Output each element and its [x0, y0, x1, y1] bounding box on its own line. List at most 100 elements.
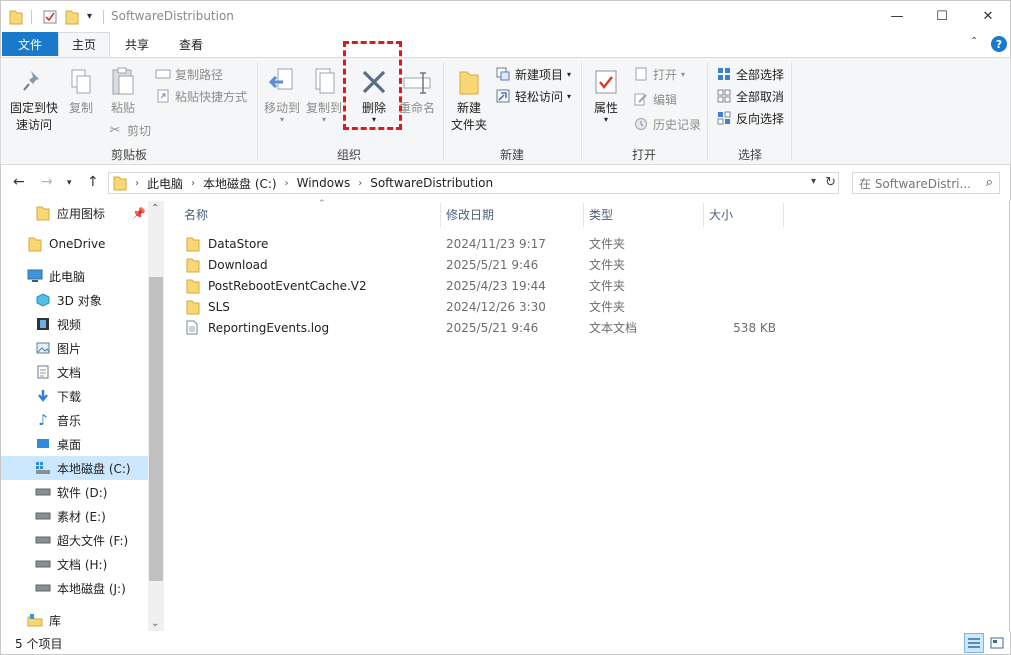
- paste-shortcut-button[interactable]: 粘贴快捷方式: [155, 86, 247, 106]
- file-type: 文本文档: [589, 321, 638, 335]
- tab-view[interactable]: 查看: [169, 32, 213, 57]
- nav-item-videos[interactable]: 视频: [1, 312, 148, 336]
- scissors-icon: ✂: [109, 122, 121, 138]
- new-folder-quick-icon[interactable]: [65, 1, 79, 32]
- properties-quick-icon[interactable]: [43, 1, 57, 32]
- nav-item-documents[interactable]: 文档: [1, 360, 148, 384]
- chevron-right-icon[interactable]: ›: [358, 178, 362, 189]
- invert-selection-button[interactable]: 反向选择: [716, 108, 784, 128]
- address-dropdown-icon[interactable]: ▾: [811, 176, 816, 187]
- back-arrow-icon[interactable]: ←: [13, 174, 25, 190]
- table-row[interactable]: ReportingEvents.log 2025/5/21 9:46 文本文档 …: [178, 317, 788, 338]
- new-folder-icon: [447, 64, 491, 100]
- easy-access-button[interactable]: 轻松访问 ▾: [495, 86, 571, 106]
- forward-arrow-icon[interactable]: →: [41, 174, 53, 190]
- computer-icon: [27, 268, 43, 284]
- rename-button[interactable]: 重命名: [397, 64, 437, 117]
- pin-quick-access-button[interactable]: 固定到快 速访问: [5, 64, 63, 134]
- scroll-up-icon[interactable]: ⌃: [151, 203, 159, 214]
- music-note-icon: ♪: [38, 411, 48, 429]
- paste-shortcut-icon: [155, 88, 171, 104]
- help-icon[interactable]: ?: [991, 36, 1007, 52]
- video-icon: [35, 316, 51, 332]
- cut-button[interactable]: ✂ 剪切: [107, 120, 151, 140]
- tab-share[interactable]: 共享: [115, 32, 159, 57]
- table-row[interactable]: PostRebootEventCache.V2 2025/4/23 19:44 …: [178, 275, 788, 296]
- chevron-right-icon[interactable]: ›: [135, 178, 139, 189]
- chevron-right-icon[interactable]: ›: [285, 178, 289, 189]
- tab-home[interactable]: 主页: [58, 32, 110, 57]
- scroll-down-icon[interactable]: ⌄: [151, 618, 159, 629]
- nav-item-desktop[interactable]: 桌面: [1, 432, 148, 456]
- column-header-size[interactable]: 大小: [703, 201, 783, 228]
- breadcrumb-this-pc[interactable]: 此电脑: [147, 175, 183, 192]
- nav-item-c-drive[interactable]: 本地磁盘 (C:): [1, 456, 148, 480]
- paste-button[interactable]: 粘贴: [105, 64, 141, 117]
- select-all-button[interactable]: 全部选择: [716, 64, 784, 84]
- nav-item-pictures[interactable]: 图片: [1, 336, 148, 360]
- tab-file[interactable]: 文件: [2, 32, 58, 56]
- nav-item-libraries[interactable]: 库: [1, 608, 148, 631]
- search-icon[interactable]: ⌕: [986, 175, 993, 190]
- column-header-name[interactable]: 名称 ⌃: [178, 199, 440, 228]
- nav-item-downloads[interactable]: 下载: [1, 384, 148, 408]
- history-button[interactable]: 历史记录: [633, 114, 701, 134]
- breadcrumb-c-drive[interactable]: 本地磁盘 (C:): [203, 175, 277, 192]
- navigation-pane: 应用图标 📌 OneDrive 此电脑 3D 对象 视频 图片 文档 下载 ♪ …: [0, 201, 148, 631]
- collapse-ribbon-icon[interactable]: ⌃: [970, 36, 978, 47]
- table-row[interactable]: Download 2025/5/21 9:46 文件夹: [178, 254, 788, 275]
- file-name: Download: [208, 257, 268, 272]
- customize-quick-access-icon[interactable]: ▾: [87, 1, 92, 32]
- pin-icon: [5, 64, 63, 100]
- details-view-icon[interactable]: [964, 633, 984, 653]
- properties-button[interactable]: 属性 ▾: [587, 64, 625, 124]
- search-box[interactable]: 在 SoftwareDistri... ⌕: [852, 172, 1000, 194]
- copy-path-button[interactable]: 复制路径: [155, 64, 223, 84]
- address-bar[interactable]: › 此电脑 › 本地磁盘 (C:) › Windows › SoftwareDi…: [108, 172, 839, 194]
- up-arrow-icon[interactable]: ↑: [87, 174, 99, 190]
- pin-icon[interactable]: 📌: [132, 207, 146, 220]
- folder-icon: [186, 236, 202, 252]
- new-item-button[interactable]: 新建项目 ▾: [495, 64, 571, 84]
- move-to-button[interactable]: 移动到 ▾: [261, 64, 303, 124]
- select-none-icon: [716, 88, 732, 104]
- table-row[interactable]: DataStore 2024/11/23 9:17 文件夹: [178, 233, 788, 254]
- chevron-right-icon[interactable]: ›: [191, 178, 195, 189]
- edit-button[interactable]: 编辑: [633, 89, 677, 109]
- column-header-type[interactable]: 类型: [583, 201, 703, 228]
- nav-item-this-pc[interactable]: 此电脑: [1, 264, 148, 288]
- nav-item-d-drive[interactable]: 软件 (D:): [1, 480, 148, 504]
- scrollbar-thumb[interactable]: [149, 277, 163, 581]
- table-row[interactable]: SLS 2024/12/26 3:30 文件夹: [178, 296, 788, 317]
- select-none-button[interactable]: 全部取消: [716, 86, 784, 106]
- nav-item-j-drive[interactable]: 本地磁盘 (J:): [1, 576, 148, 600]
- folder-icon: [9, 1, 23, 32]
- folder-icon: [27, 236, 43, 252]
- large-icons-view-icon[interactable]: [987, 633, 1007, 653]
- nav-scrollbar[interactable]: ⌃ ⌄: [148, 201, 164, 631]
- close-button[interactable]: ✕: [965, 1, 1011, 32]
- copy-button[interactable]: 复制: [63, 64, 99, 117]
- nav-item-music[interactable]: ♪ 音乐: [1, 408, 148, 432]
- nav-item-h-drive[interactable]: 文档 (H:): [1, 552, 148, 576]
- nav-item-f-drive[interactable]: 超大文件 (F:): [1, 528, 148, 552]
- file-date: 2024/11/23 9:17: [446, 236, 546, 251]
- nav-item-3d-objects[interactable]: 3D 对象: [1, 288, 148, 312]
- nav-item-onedrive[interactable]: OneDrive: [1, 232, 148, 256]
- folder-icon: [186, 299, 202, 315]
- new-folder-button[interactable]: 新建 文件夹: [447, 64, 491, 134]
- nav-item-quick-pin[interactable]: 应用图标 📌: [1, 201, 148, 225]
- refresh-icon[interactable]: ↻: [825, 175, 836, 190]
- minimize-button[interactable]: —: [874, 1, 920, 32]
- file-type: 文件夹: [589, 258, 626, 272]
- file-name: PostRebootEventCache.V2: [208, 278, 367, 293]
- recent-locations-chevron-icon[interactable]: ▾: [67, 178, 72, 188]
- copy-to-button[interactable]: 复制到 ▾: [303, 64, 345, 124]
- maximize-button[interactable]: ☐: [919, 1, 965, 32]
- breadcrumb-windows[interactable]: Windows: [297, 176, 351, 190]
- open-button[interactable]: 打开 ▾: [633, 64, 685, 84]
- column-header-date[interactable]: 修改日期: [440, 201, 584, 228]
- nav-item-e-drive[interactable]: 素材 (E:): [1, 504, 148, 528]
- breadcrumb-softwaredistribution[interactable]: SoftwareDistribution: [370, 176, 493, 190]
- file-list: 名称 ⌃ 修改日期 类型 大小 DataStore 2024/11/23 9:1…: [164, 199, 1010, 631]
